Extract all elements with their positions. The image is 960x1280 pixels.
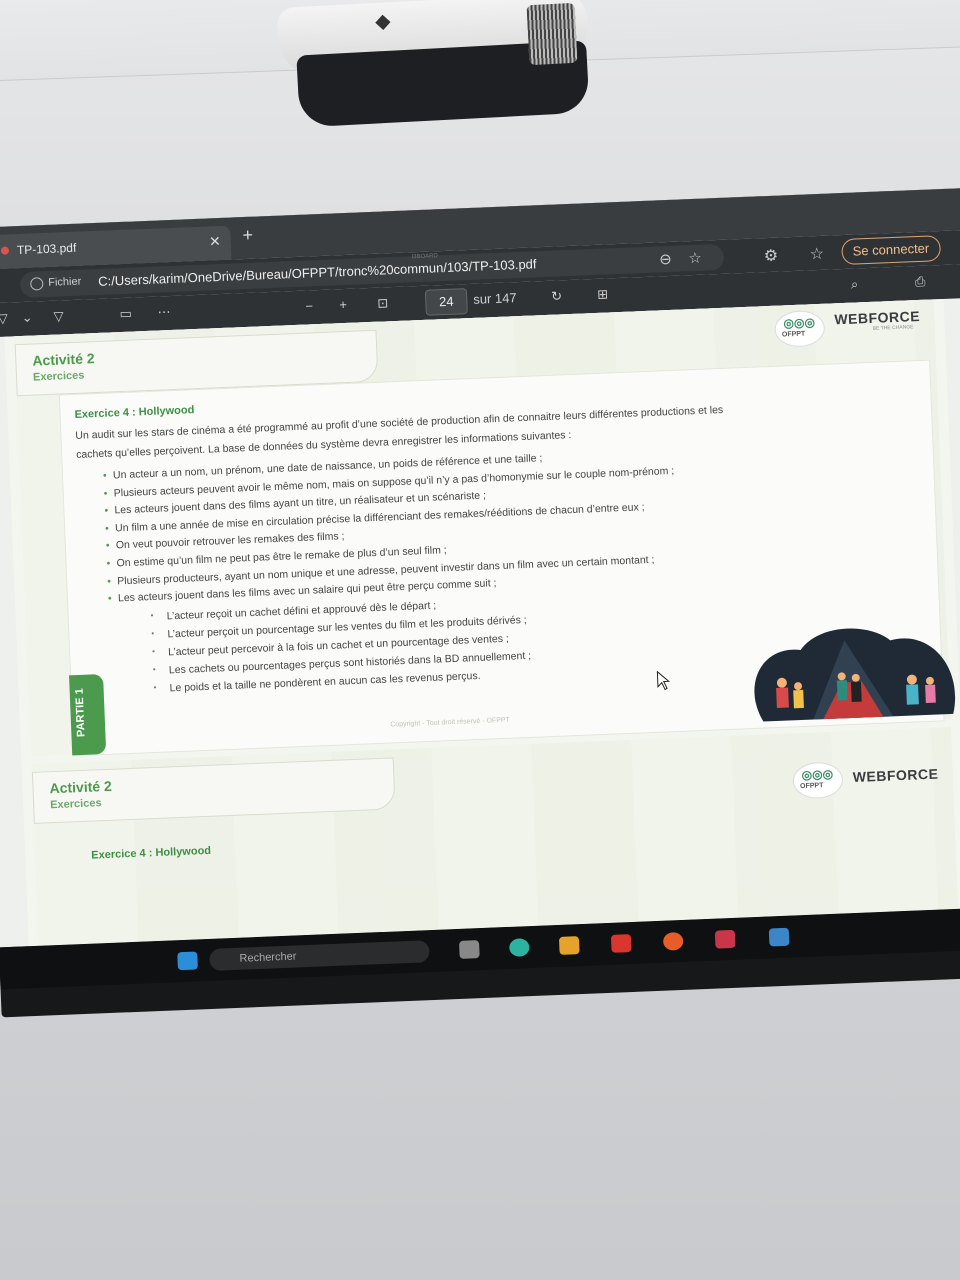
pdf-icon — [0, 246, 10, 255]
exercise-title: Exercice 4 : Hollywood — [74, 404, 195, 421]
ofppt-logo-icon: ◎◎◎ — [801, 766, 834, 783]
ofppt-logo-text: OFPPT — [781, 330, 806, 339]
chrome-icon[interactable] — [662, 931, 684, 951]
page-number-input[interactable]: 24 — [424, 288, 468, 316]
info-icon[interactable] — [30, 277, 44, 291]
extensions-icon[interactable]: ⚙ — [763, 246, 778, 267]
rotate-icon[interactable]: ↻ — [551, 288, 563, 304]
board-brand: I3BOARD — [411, 253, 438, 261]
zoom-out-button[interactable]: − — [305, 298, 313, 313]
slide-background — [31, 727, 959, 946]
more-icon[interactable]: ⋯ — [157, 304, 171, 321]
ceiling-projector: ◆ — [276, 0, 590, 128]
photos-icon[interactable] — [768, 927, 790, 947]
acrobat-icon[interactable] — [610, 934, 632, 953]
activity-subtitle: Exercices — [32, 369, 85, 384]
edge-icon[interactable] — [508, 938, 530, 957]
activity-title: Activité 2 — [49, 777, 113, 797]
page-view-icon[interactable]: ⊞ — [597, 286, 609, 302]
favorite-star-icon[interactable]: ☆ — [688, 249, 702, 268]
part-side-tab: PARTIE 1 — [69, 674, 107, 756]
close-icon[interactable]: ✕ — [209, 233, 221, 250]
draw-icon[interactable]: ▽ — [0, 311, 8, 327]
zoom-out-icon[interactable]: ⊖ — [659, 250, 672, 268]
exercise-content: Exercice 4 : Hollywood Un audit sur les … — [58, 359, 955, 757]
requirements-list: Un acteur a un nom, un prénom, une date … — [103, 447, 679, 611]
new-tab-icon[interactable]: + — [242, 225, 253, 246]
slide-page-24: Activité 2 Exercices ◎◎◎ OFPPT WEBFORCE … — [14, 299, 955, 757]
hollywood-illustration — [754, 628, 955, 722]
reader-view-icon[interactable]: ▭ — [119, 306, 132, 322]
favorites-icon[interactable]: ☆ — [809, 244, 824, 265]
ofppt-logo-text: OFPPT — [799, 782, 824, 791]
highlight-icon[interactable]: ▽ — [53, 308, 64, 324]
taskbar-search[interactable]: Rechercher — [209, 940, 430, 971]
fit-page-icon[interactable]: ⊡ — [377, 295, 389, 311]
zoom-in-button[interactable]: + — [339, 297, 347, 312]
projector-vent — [526, 2, 578, 66]
file-explorer-icon[interactable] — [558, 936, 580, 955]
salary-sublist: L’acteur reçoit un cachet défini et appr… — [151, 596, 533, 701]
ofppt-logo-icon: ◎◎◎ — [783, 315, 816, 331]
chevron-down-icon[interactable]: ⌄ — [21, 310, 33, 326]
activity-subtitle: Exercices — [49, 797, 102, 812]
print-icon[interactable]: ⎙ — [915, 274, 926, 290]
tab-title: TP-103.pdf — [16, 240, 77, 258]
board-screen: TP-103.pdf ✕ + Fichier C:/Users/karim/On… — [0, 187, 960, 990]
task-view-icon[interactable] — [459, 940, 480, 959]
mouse-cursor-icon — [656, 670, 671, 691]
pdf-document: Activité 2 Exercices ◎◎◎ OFPPT WEBFORCE … — [4, 298, 960, 947]
search-icon[interactable]: ⌕ — [851, 276, 859, 292]
projector-logo-icon: ◆ — [374, 10, 392, 33]
page-total: sur 147 — [472, 290, 517, 307]
part-label: PARTIE 1 — [73, 688, 88, 738]
app-icon[interactable] — [714, 929, 736, 949]
login-button[interactable]: Se connecter — [841, 235, 941, 266]
interactive-board: TP-103.pdf ✕ + Fichier C:/Users/karim/On… — [0, 186, 960, 1018]
slide-page-25: Activité 2 Exercices ◎◎◎ OFPPT WEBFORCE … — [31, 727, 959, 946]
activity-title: Activité 2 — [32, 350, 95, 369]
windows-start-icon[interactable] — [177, 951, 198, 971]
file-label: Fichier — [48, 275, 82, 289]
